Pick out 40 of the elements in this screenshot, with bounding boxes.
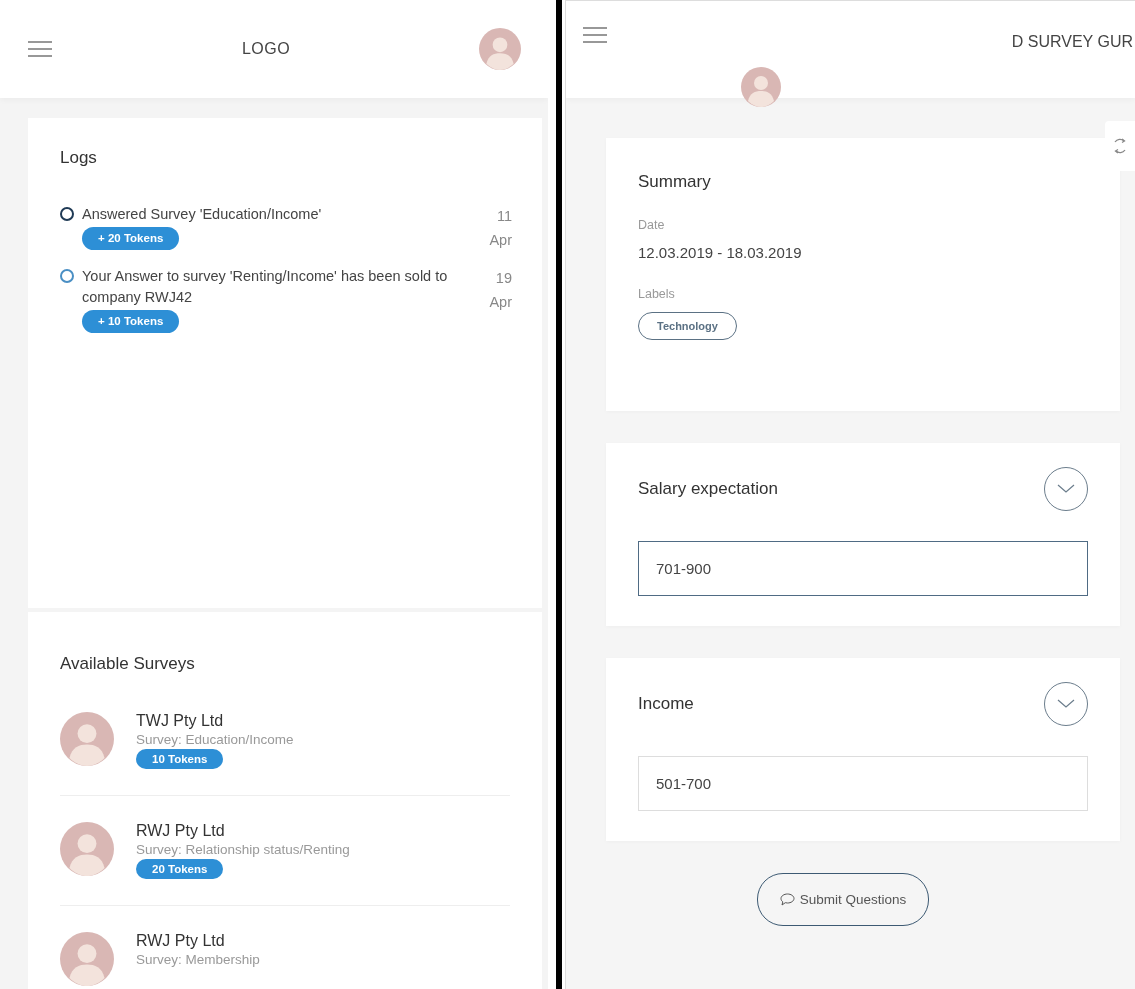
question-label: Salary expectation (638, 479, 778, 499)
refresh-icon[interactable] (1112, 137, 1128, 155)
field-label: Labels (638, 287, 676, 301)
log-date: 11 Apr (488, 207, 512, 250)
survey-name: Survey: Membership (136, 952, 260, 967)
menu-icon[interactable] (582, 27, 608, 43)
card-title: Available Surveys (60, 654, 196, 674)
card-title: Logs (60, 148, 98, 168)
log-text: Your Answer to survey 'Renting/Income' has been sold to company RWJ42 (82, 267, 449, 307)
expand-button[interactable] (1044, 467, 1088, 511)
token-badge: + 20 Tokens (82, 227, 180, 250)
answer-field[interactable]: 501-700 (638, 756, 1088, 811)
token-badge: 20 Tokens (136, 859, 224, 879)
menu-icon[interactable] (27, 41, 53, 57)
chevron-down-icon (1057, 699, 1075, 709)
survey-name: Survey: Relationship status/Renting (136, 842, 350, 857)
log-text: Answered Survey 'Education/Income' (82, 205, 323, 224)
avatar[interactable] (741, 67, 781, 107)
survey-name: Survey: Education/Income (136, 732, 294, 747)
company-avatar (60, 822, 114, 876)
field-label: Date (638, 218, 666, 232)
log-date: 19 Apr (488, 269, 512, 312)
date-range: 12.03.2019 - 18.03.2019 (638, 244, 803, 261)
company-avatar (60, 932, 114, 986)
avatar[interactable] (479, 28, 521, 70)
card-title: Summary (638, 172, 712, 192)
question-label: Income (638, 694, 694, 714)
company-name[interactable]: RWJ Pty Ltd (136, 932, 260, 950)
expand-button[interactable] (1044, 682, 1088, 726)
logo-text: LOGO (241, 40, 291, 58)
token-badge: 10 Tokens (136, 749, 224, 769)
chevron-down-icon (1057, 484, 1075, 494)
company-name[interactable]: TWJ Pty Ltd (136, 712, 294, 730)
app-title: D SURVEY GUR (1011, 33, 1133, 51)
speech-bubble-icon (779, 893, 795, 906)
token-badge: + 10 Tokens (82, 310, 180, 333)
company-avatar (60, 712, 114, 766)
company-name[interactable]: RWJ Pty Ltd (136, 822, 350, 840)
submit-button[interactable]: Submit Questions (756, 873, 930, 926)
answer-field[interactable]: 701-900 (638, 541, 1088, 596)
